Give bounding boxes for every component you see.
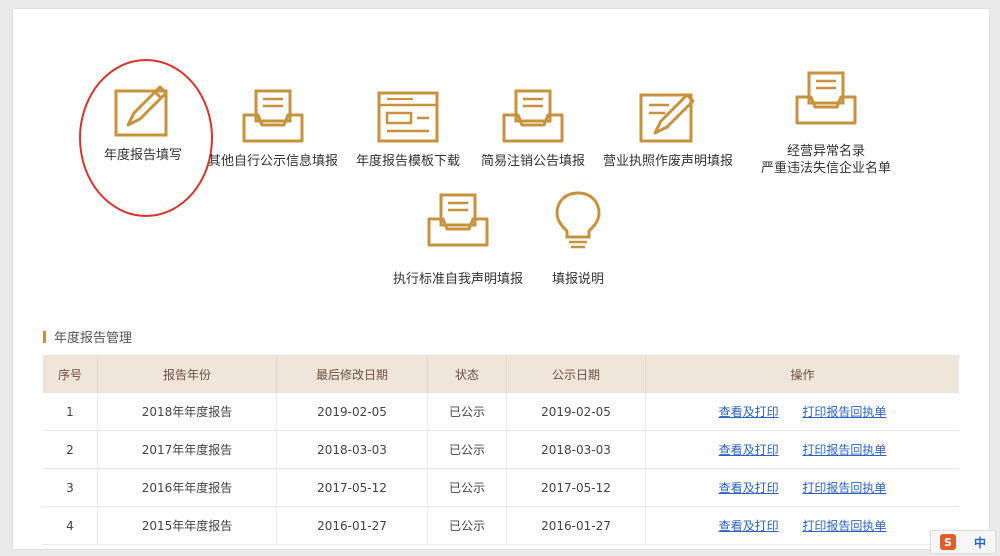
table-row: 2 2017年年度报告 2018-03-03 已公示 2018-03-03 查看…	[43, 430, 959, 469]
cell-actions: 查看及打印 打印报告回执单	[645, 468, 959, 507]
cell-year: 2016年年度报告	[97, 468, 277, 507]
header-no: 序号	[43, 355, 98, 393]
cell-published: 2017-05-12	[506, 468, 646, 507]
ime-indicator[interactable]: S 中	[930, 530, 996, 554]
table-header-row: 序号 报告年份 最后修改日期 状态 公示日期 操作	[43, 355, 959, 393]
tile-standard-declaration[interactable]: 执行标准自我声明填报	[383, 189, 533, 288]
cell-status: 已公示	[427, 468, 507, 507]
tile-label: 年度报告模板下载	[355, 154, 460, 169]
table-row: 1 2018年年度报告 2019-02-05 已公示 2019-02-05 查看…	[43, 393, 959, 431]
tile-label: 经营异常名录	[786, 144, 865, 159]
cell-status: 已公示	[427, 393, 507, 431]
cell-status: 已公示	[427, 506, 507, 545]
view-print-link[interactable]: 查看及打印	[719, 405, 779, 419]
cell-actions: 查看及打印 打印报告回执单	[645, 430, 959, 469]
sogou-logo-icon: S	[939, 534, 956, 550]
cell-modified: 2017-05-12	[276, 468, 428, 507]
cell-status: 已公示	[427, 430, 507, 469]
cell-actions: 查看及打印 打印报告回执单	[645, 393, 959, 431]
section-title-text: 年度报告管理	[54, 331, 133, 346]
tile-label: 执行标准自我声明填报	[392, 272, 523, 287]
view-print-link[interactable]: 查看及打印	[719, 481, 779, 495]
inbox-tray-icon	[502, 89, 564, 143]
print-receipt-link[interactable]: 打印报告回执单	[802, 405, 886, 419]
tile-label-2: 严重违法失信企业名单	[760, 161, 891, 176]
cell-modified: 2018-03-03	[276, 430, 428, 469]
main-panel: 年度报告填写 其他自行公示信息填报 年度报告模板下载 简易注销公告填报 营业执照…	[12, 8, 990, 550]
view-print-link[interactable]: 查看及打印	[719, 519, 779, 533]
cell-published: 2018-03-03	[506, 430, 646, 469]
cell-no: 2	[43, 430, 98, 469]
tile-label: 营业执照作废声明填报	[602, 154, 733, 169]
section-title: 年度报告管理	[43, 327, 132, 346]
tile-label: 简易注销公告填报	[480, 154, 585, 169]
cell-modified: 2016-01-27	[276, 506, 428, 545]
cell-published: 2019-02-05	[506, 393, 646, 431]
cell-published: 2016-01-27	[506, 506, 646, 545]
tile-abnormal-list[interactable]: 经营异常名录 严重违法失信企业名单	[751, 67, 901, 177]
annual-report-table: 序号 报告年份 最后修改日期 状态 公示日期 操作 1 2018年年度报告 20…	[43, 355, 959, 545]
tile-simple-deregistration[interactable]: 简易注销公告填报	[473, 85, 593, 170]
print-receipt-link[interactable]: 打印报告回执单	[802, 481, 886, 495]
inbox-tray-icon	[242, 89, 304, 143]
form-template-icon	[377, 91, 439, 143]
tile-license-void[interactable]: 营业执照作废声明填报	[598, 85, 738, 170]
table-row: 4 2015年年度报告 2016-01-27 已公示 2016-01-27 查看…	[43, 506, 959, 545]
view-print-link[interactable]: 查看及打印	[719, 443, 779, 457]
header-year: 报告年份	[97, 355, 277, 393]
header-published: 公示日期	[506, 355, 646, 393]
cell-no: 1	[43, 393, 98, 431]
edit-pencil-icon	[639, 93, 695, 143]
inbox-tray-icon	[795, 71, 857, 125]
tile-fill-instructions[interactable]: 填报说明	[533, 189, 623, 288]
cell-no: 3	[43, 468, 98, 507]
cell-year: 2018年年度报告	[97, 393, 277, 431]
cell-no: 4	[43, 506, 98, 545]
tile-other-disclosure[interactable]: 其他自行公示信息填报	[203, 85, 343, 170]
cell-actions: 查看及打印 打印报告回执单	[645, 506, 959, 545]
table-row: 3 2016年年度报告 2017-05-12 已公示 2017-05-12 查看…	[43, 468, 959, 507]
highlight-circle	[79, 59, 213, 217]
print-receipt-link[interactable]: 打印报告回执单	[802, 519, 886, 533]
header-modified: 最后修改日期	[276, 355, 428, 393]
header-status: 状态	[427, 355, 507, 393]
title-marker	[43, 331, 46, 343]
header-actions: 操作	[645, 355, 959, 393]
print-receipt-link[interactable]: 打印报告回执单	[802, 443, 886, 457]
tile-label: 其他自行公示信息填报	[207, 154, 338, 169]
cell-modified: 2019-02-05	[276, 393, 428, 431]
cell-year: 2017年年度报告	[97, 430, 277, 469]
lightbulb-icon	[555, 191, 601, 249]
inbox-tray-icon	[427, 193, 489, 247]
cell-year: 2015年年度报告	[97, 506, 277, 545]
tile-template-download[interactable]: 年度报告模板下载	[343, 85, 473, 170]
tile-label: 填报说明	[551, 272, 604, 287]
ime-mode[interactable]: 中	[974, 534, 986, 551]
